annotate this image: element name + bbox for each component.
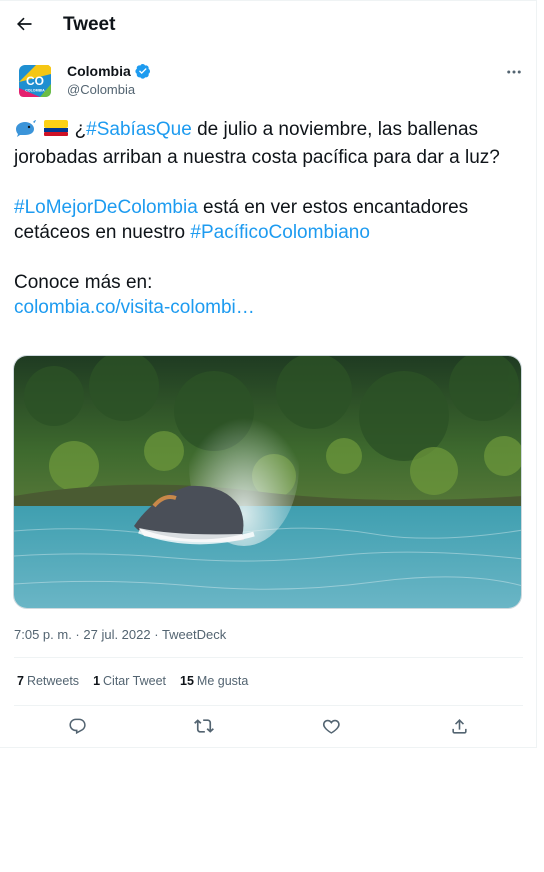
tweet-meta: 7:05 p. m. · 27 jul. 2022 · TweetDeck bbox=[14, 627, 226, 642]
tweet-date[interactable]: 27 jul. 2022 bbox=[83, 627, 150, 642]
svg-text:COLOMBIA: COLOMBIA bbox=[25, 89, 45, 93]
retweet-button[interactable] bbox=[186, 708, 222, 744]
author-name-text: Colombia bbox=[67, 63, 131, 79]
divider bbox=[14, 657, 523, 658]
author-handle[interactable]: @Colombia bbox=[67, 82, 135, 97]
like-button[interactable] bbox=[313, 708, 349, 744]
more-icon bbox=[507, 70, 521, 74]
whale-icon bbox=[14, 118, 38, 145]
retweets-stat[interactable]: 7 Retweets bbox=[17, 674, 79, 688]
header: Tweet bbox=[0, 0, 537, 50]
tweet-link[interactable]: colombia.co/visita-colombi… bbox=[14, 297, 255, 318]
more-button[interactable] bbox=[498, 60, 530, 84]
author-name[interactable]: Colombia bbox=[67, 63, 151, 79]
page-title: Tweet bbox=[63, 14, 116, 35]
share-icon bbox=[451, 718, 467, 734]
tweet-actions bbox=[14, 708, 523, 744]
meta-separator: · bbox=[150, 627, 162, 642]
back-button[interactable] bbox=[8, 8, 40, 40]
divider bbox=[14, 705, 523, 706]
likes-stat[interactable]: 15 Me gusta bbox=[180, 674, 248, 688]
hashtag-sabiasque[interactable]: #SabíasQue bbox=[86, 119, 192, 140]
tweet-text: ¿#SabíasQue de julio a noviembre, las ba… bbox=[14, 117, 524, 320]
colombia-logo: CO COLOMBIA bbox=[19, 65, 51, 97]
meta-separator: · bbox=[71, 627, 84, 642]
svg-text:CO: CO bbox=[26, 74, 44, 88]
arrow-left-icon bbox=[17, 17, 32, 31]
avatar[interactable]: CO COLOMBIA bbox=[14, 60, 56, 102]
reply-button[interactable] bbox=[59, 708, 95, 744]
tweet-time[interactable]: 7:05 p. m. bbox=[14, 627, 72, 642]
tweet-source[interactable]: TweetDeck bbox=[162, 627, 226, 642]
tweet-photo[interactable] bbox=[13, 355, 522, 609]
retweet-icon bbox=[194, 719, 214, 733]
verified-badge-icon bbox=[135, 64, 150, 79]
quote-tweets-stat[interactable]: 1 Citar Tweet bbox=[93, 674, 166, 688]
hashtag-lomejordecolombia[interactable]: #LoMejorDeColombia bbox=[14, 197, 198, 218]
colombia-flag-icon bbox=[43, 118, 69, 145]
like-icon bbox=[322, 719, 340, 734]
tweet-stats: 7 Retweets 1 Citar Tweet 15 Me gusta bbox=[17, 674, 262, 688]
tweet-text-segment: ¿ bbox=[74, 119, 87, 140]
hashtag-pacificocolombiano[interactable]: #PacíficoColombiano bbox=[190, 222, 370, 243]
reply-icon bbox=[68, 718, 86, 734]
tweet-text-segment: Conoce más en: bbox=[14, 272, 153, 293]
share-button[interactable] bbox=[441, 708, 477, 744]
